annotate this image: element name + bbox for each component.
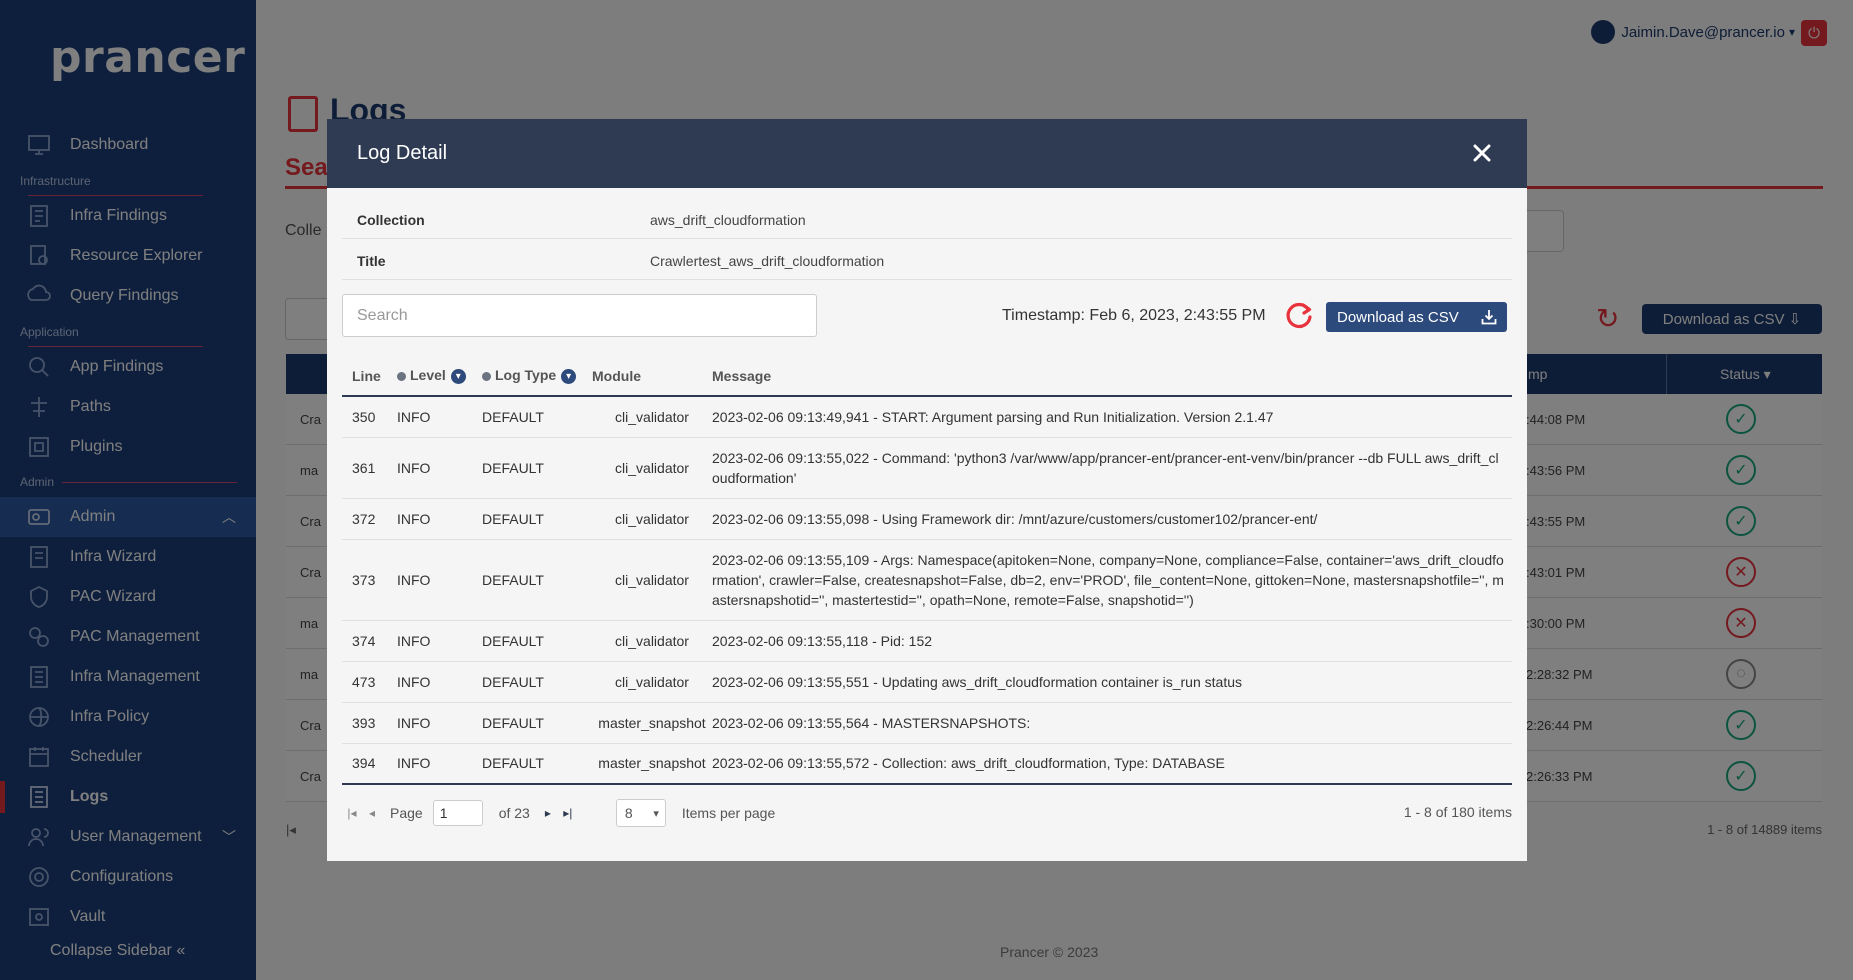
module-cell: cli_validator: [592, 620, 712, 662]
message-cell: 2023-02-06 09:13:55,109 - Args: Namespac…: [712, 539, 1512, 621]
level-cell: INFO: [397, 437, 482, 499]
message-cell: 2023-02-06 09:13:55,572 - Collection: aw…: [712, 743, 1512, 785]
filter-chevron-icon[interactable]: ▾: [450, 368, 466, 384]
log-row[interactable]: 372 INFO DEFAULT cli_validator 2023-02-06 09…: [342, 498, 1512, 540]
column-level[interactable]: Level ▾: [397, 356, 482, 397]
log-row[interactable]: 393 INFO DEFAULT master_snapshot 2023-02-06 …: [342, 702, 1512, 744]
download-csv-button[interactable]: Download as CSV: [1326, 302, 1507, 332]
page-count-label: of 23: [498, 805, 530, 821]
log-row[interactable]: 350 INFO DEFAULT cli_validator 2023-02-06 09…: [342, 396, 1512, 438]
message-cell: 2023-02-06 09:13:55,118 - Pid: 152: [712, 620, 1512, 662]
dot-icon: [482, 371, 491, 381]
modal-header: Log Detail: [327, 119, 1527, 188]
info-key: Collection: [357, 212, 425, 228]
line-cell: 394: [342, 743, 397, 785]
module-cell: master_snapshot: [592, 743, 712, 785]
info-row-title: Title Crawlertest_aws_drift_cloudformati…: [342, 239, 1512, 280]
line-cell: 393: [342, 702, 397, 744]
column-label: Level: [410, 367, 446, 384]
first-page-icon[interactable]: |◂: [342, 803, 362, 823]
column-label: Log Type: [495, 367, 557, 384]
log-type-cell: DEFAULT: [482, 743, 592, 785]
module-cell: cli_validator: [592, 498, 712, 540]
filter-chevron-icon[interactable]: ▾: [561, 368, 577, 384]
log-type-cell: DEFAULT: [482, 702, 592, 744]
column-label: Line: [352, 367, 381, 384]
download-icon: [1481, 310, 1497, 325]
close-button[interactable]: [1467, 138, 1497, 168]
line-cell: 372: [342, 498, 397, 540]
level-cell: INFO: [397, 539, 482, 621]
column-label: Module: [592, 367, 641, 384]
close-icon: [1473, 144, 1491, 162]
line-cell: 473: [342, 661, 397, 703]
chevron-down-icon: ▾: [653, 807, 659, 820]
dot-icon: [397, 371, 406, 381]
module-cell: cli_validator: [592, 396, 712, 438]
level-cell: INFO: [397, 498, 482, 540]
message-cell: 2023-02-06 09:13:55,098 - Using Framewor…: [712, 498, 1512, 540]
module-cell: cli_validator: [592, 437, 712, 499]
column-label: Message: [712, 367, 772, 384]
message-cell: 2023-02-06 09:13:55,564 - MASTERSNAPSHOT…: [712, 702, 1512, 744]
log-type-cell: DEFAULT: [482, 620, 592, 662]
log-detail-modal: Log Detail Collection aws_drift_cloudfor…: [327, 119, 1527, 861]
level-cell: INFO: [397, 743, 482, 785]
column-log-type[interactable]: Log Type ▾: [482, 356, 592, 397]
column-line[interactable]: Line: [342, 356, 397, 397]
level-cell: INFO: [397, 661, 482, 703]
info-value: Crawlertest_aws_drift_cloudformation: [650, 253, 885, 269]
download-csv-label: Download as CSV: [1337, 308, 1459, 326]
search-input[interactable]: [342, 294, 817, 337]
page-number-input[interactable]: [432, 800, 483, 826]
log-type-cell: DEFAULT: [482, 498, 592, 540]
log-type-cell: DEFAULT: [482, 539, 592, 621]
modal-title: Log Detail: [357, 142, 448, 164]
next-page-icon[interactable]: ▸: [538, 803, 558, 823]
module-cell: cli_validator: [592, 539, 712, 621]
info-key: Title: [357, 253, 386, 269]
message-cell: 2023-02-06 09:13:49,941 - START: Argumen…: [712, 396, 1512, 438]
info-value: aws_drift_cloudformation: [650, 212, 806, 228]
message-cell: 2023-02-06 09:13:55,022 - Command: 'pyth…: [712, 437, 1512, 499]
info-row-collection: Collection aws_drift_cloudformation: [342, 198, 1512, 239]
last-page-icon[interactable]: ▸|: [558, 803, 578, 823]
items-per-page-value: 8: [624, 805, 633, 821]
level-cell: INFO: [397, 702, 482, 744]
log-type-cell: DEFAULT: [482, 661, 592, 703]
pager-summary: 1 - 8 of 180 items: [1403, 804, 1512, 820]
items-per-page-label: Items per page: [681, 805, 776, 821]
message-cell: 2023-02-06 09:13:55,551 - Updating aws_d…: [712, 661, 1512, 703]
modal-toolbar: Timestamp: Feb 6, 2023, 2:43:55 PM Downl…: [342, 280, 1512, 340]
line-cell: 374: [342, 620, 397, 662]
modal-pager: |◂ ◂ Page of 23 ▸ ▸| 8▾ Items per page 1…: [342, 795, 1512, 831]
level-cell: INFO: [397, 620, 482, 662]
items-per-page-select[interactable]: 8 ▾: [615, 799, 666, 827]
log-row[interactable]: 373 INFO DEFAULT cli_validator 2023-02-06 09…: [342, 539, 1512, 621]
level-cell: INFO: [397, 396, 482, 438]
log-row[interactable]: 394 INFO DEFAULT master_snapshot 2023-02-06 …: [342, 743, 1512, 785]
line-cell: 373: [342, 539, 397, 621]
previous-page-icon[interactable]: ◂: [362, 803, 382, 823]
page-label: Page: [390, 805, 423, 821]
log-row[interactable]: 473 INFO DEFAULT cli_validator 2023-02-06 09…: [342, 661, 1512, 703]
module-cell: master_snapshot: [592, 702, 712, 744]
column-module[interactable]: Module: [592, 356, 712, 397]
line-cell: 361: [342, 437, 397, 499]
log-table-header: Line Level ▾ Log Type ▾ Module Message: [342, 356, 1512, 397]
line-cell: 350: [342, 396, 397, 438]
log-row[interactable]: 374 INFO DEFAULT cli_validator 2023-02-06 09…: [342, 620, 1512, 662]
log-type-cell: DEFAULT: [482, 396, 592, 438]
refresh-icon[interactable]: [1284, 300, 1314, 330]
log-type-cell: DEFAULT: [482, 437, 592, 499]
module-cell: cli_validator: [592, 661, 712, 703]
timestamp-text: Timestamp: Feb 6, 2023, 2:43:55 PM: [1002, 307, 1266, 324]
log-row[interactable]: 361 INFO DEFAULT cli_validator 2023-02-06 09…: [342, 437, 1512, 499]
column-message[interactable]: Message: [712, 356, 1512, 397]
log-table: Line Level ▾ Log Type ▾ Module Message 350…: [342, 356, 1512, 785]
